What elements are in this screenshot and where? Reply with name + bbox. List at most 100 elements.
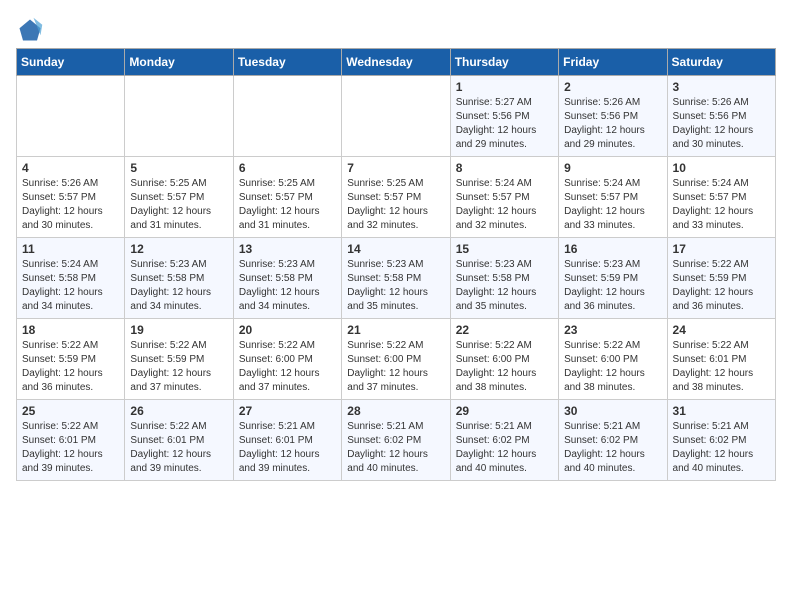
week-row-5: 25 Sunrise: 5:22 AM Sunset: 6:01 PM Dayli… bbox=[17, 400, 776, 481]
day-cell: 9 Sunrise: 5:24 AM Sunset: 5:57 PM Daylig… bbox=[559, 157, 667, 238]
day-cell: 27 Sunrise: 5:21 AM Sunset: 6:01 PM Dayli… bbox=[233, 400, 341, 481]
day-number: 3 bbox=[673, 80, 770, 94]
day-number: 1 bbox=[456, 80, 553, 94]
day-cell: 14 Sunrise: 5:23 AM Sunset: 5:58 PM Dayli… bbox=[342, 238, 450, 319]
day-cell bbox=[233, 76, 341, 157]
day-cell: 28 Sunrise: 5:21 AM Sunset: 6:02 PM Dayli… bbox=[342, 400, 450, 481]
day-number: 28 bbox=[347, 404, 444, 418]
day-number: 8 bbox=[456, 161, 553, 175]
day-number: 12 bbox=[130, 242, 227, 256]
day-number: 27 bbox=[239, 404, 336, 418]
day-info: Sunrise: 5:25 AM Sunset: 5:57 PM Dayligh… bbox=[239, 177, 336, 233]
day-cell: 24 Sunrise: 5:22 AM Sunset: 6:01 PM Dayli… bbox=[667, 319, 775, 400]
day-number: 31 bbox=[673, 404, 770, 418]
day-cell: 29 Sunrise: 5:21 AM Sunset: 6:02 PM Dayli… bbox=[450, 400, 558, 481]
day-cell: 11 Sunrise: 5:24 AM Sunset: 5:58 PM Dayli… bbox=[17, 238, 125, 319]
day-number: 7 bbox=[347, 161, 444, 175]
day-number: 20 bbox=[239, 323, 336, 337]
day-cell: 23Sunrise: 5:22 AM Sunset: 6:00 PM Dayli… bbox=[559, 319, 667, 400]
day-number: 10 bbox=[673, 161, 770, 175]
day-cell: 12 Sunrise: 5:23 AM Sunset: 5:58 PM Dayli… bbox=[125, 238, 233, 319]
day-cell: 7 Sunrise: 5:25 AM Sunset: 5:57 PM Daylig… bbox=[342, 157, 450, 238]
day-cell: 2 Sunrise: 5:26 AM Sunset: 5:56 PM Daylig… bbox=[559, 76, 667, 157]
day-cell: 10 Sunrise: 5:24 AM Sunset: 5:57 PM Dayli… bbox=[667, 157, 775, 238]
day-number: 25 bbox=[22, 404, 119, 418]
day-number: 17 bbox=[673, 242, 770, 256]
day-info: Sunrise: 5:25 AM Sunset: 5:57 PM Dayligh… bbox=[130, 177, 227, 233]
day-cell: 25Sunrise: 5:22 AM Sunset: 6:01 PM Dayli… bbox=[17, 400, 125, 481]
day-cell: 18 Sunrise: 5:22 AM Sunset: 5:59 PM Dayli… bbox=[17, 319, 125, 400]
day-info: Sunrise: 5:24 AM Sunset: 5:57 PM Dayligh… bbox=[456, 177, 553, 233]
day-info: Sunrise: 5:23 AM Sunset: 5:58 PM Dayligh… bbox=[130, 258, 227, 314]
day-info: Sunrise: 5:22 AM Sunset: 5:59 PM Dayligh… bbox=[673, 258, 770, 314]
day-info: Sunrise: 5:23 AM Sunset: 5:58 PM Dayligh… bbox=[456, 258, 553, 314]
col-header-wednesday: Wednesday bbox=[342, 49, 450, 76]
calendar-table: SundayMondayTuesdayWednesdayThursdayFrid… bbox=[16, 48, 776, 481]
day-number: 2 bbox=[564, 80, 661, 94]
day-info: Sunrise: 5:26 AM Sunset: 5:56 PM Dayligh… bbox=[673, 96, 770, 152]
day-info: Sunrise: 5:23 AM Sunset: 5:58 PM Dayligh… bbox=[239, 258, 336, 314]
day-cell: 6Sunrise: 5:25 AM Sunset: 5:57 PM Daylig… bbox=[233, 157, 341, 238]
day-info: Sunrise: 5:27 AM Sunset: 5:56 PM Dayligh… bbox=[456, 96, 553, 152]
col-header-thursday: Thursday bbox=[450, 49, 558, 76]
week-row-4: 18 Sunrise: 5:22 AM Sunset: 5:59 PM Dayli… bbox=[17, 319, 776, 400]
day-cell: 22 Sunrise: 5:22 AM Sunset: 6:00 PM Dayli… bbox=[450, 319, 558, 400]
day-info: Sunrise: 5:21 AM Sunset: 6:02 PM Dayligh… bbox=[673, 420, 770, 476]
day-cell: 13 Sunrise: 5:23 AM Sunset: 5:58 PM Dayli… bbox=[233, 238, 341, 319]
day-number: 11 bbox=[22, 242, 119, 256]
day-cell: 31 Sunrise: 5:21 AM Sunset: 6:02 PM Dayli… bbox=[667, 400, 775, 481]
day-cell: 4Sunrise: 5:26 AM Sunset: 5:57 PM Daylig… bbox=[17, 157, 125, 238]
day-number: 26 bbox=[130, 404, 227, 418]
day-info: Sunrise: 5:22 AM Sunset: 6:00 PM Dayligh… bbox=[347, 339, 444, 395]
day-info: Sunrise: 5:22 AM Sunset: 6:01 PM Dayligh… bbox=[673, 339, 770, 395]
day-info: Sunrise: 5:24 AM Sunset: 5:58 PM Dayligh… bbox=[22, 258, 119, 314]
day-cell: 1 Sunrise: 5:27 AM Sunset: 5:56 PM Daylig… bbox=[450, 76, 558, 157]
col-header-saturday: Saturday bbox=[667, 49, 775, 76]
logo bbox=[16, 16, 48, 44]
day-number: 15 bbox=[456, 242, 553, 256]
day-number: 18 bbox=[22, 323, 119, 337]
day-info: Sunrise: 5:22 AM Sunset: 6:01 PM Dayligh… bbox=[130, 420, 227, 476]
day-info: Sunrise: 5:26 AM Sunset: 5:57 PM Dayligh… bbox=[22, 177, 119, 233]
day-number: 22 bbox=[456, 323, 553, 337]
day-number: 5 bbox=[130, 161, 227, 175]
calendar-header-row: SundayMondayTuesdayWednesdayThursdayFrid… bbox=[17, 49, 776, 76]
page-header bbox=[16, 16, 776, 44]
day-info: Sunrise: 5:21 AM Sunset: 6:02 PM Dayligh… bbox=[456, 420, 553, 476]
day-cell: 20 Sunrise: 5:22 AM Sunset: 6:00 PM Dayli… bbox=[233, 319, 341, 400]
day-info: Sunrise: 5:22 AM Sunset: 6:00 PM Dayligh… bbox=[564, 339, 661, 395]
day-info: Sunrise: 5:22 AM Sunset: 6:00 PM Dayligh… bbox=[239, 339, 336, 395]
week-row-2: 4Sunrise: 5:26 AM Sunset: 5:57 PM Daylig… bbox=[17, 157, 776, 238]
day-number: 29 bbox=[456, 404, 553, 418]
day-number: 16 bbox=[564, 242, 661, 256]
day-info: Sunrise: 5:21 AM Sunset: 6:02 PM Dayligh… bbox=[347, 420, 444, 476]
day-cell: 16Sunrise: 5:23 AM Sunset: 5:59 PM Dayli… bbox=[559, 238, 667, 319]
day-cell bbox=[125, 76, 233, 157]
day-info: Sunrise: 5:22 AM Sunset: 5:59 PM Dayligh… bbox=[22, 339, 119, 395]
day-cell: 21 Sunrise: 5:22 AM Sunset: 6:00 PM Dayli… bbox=[342, 319, 450, 400]
logo-icon bbox=[16, 16, 44, 44]
day-number: 13 bbox=[239, 242, 336, 256]
day-number: 9 bbox=[564, 161, 661, 175]
day-info: Sunrise: 5:25 AM Sunset: 5:57 PM Dayligh… bbox=[347, 177, 444, 233]
day-info: Sunrise: 5:21 AM Sunset: 6:01 PM Dayligh… bbox=[239, 420, 336, 476]
day-cell: 3 Sunrise: 5:26 AM Sunset: 5:56 PM Daylig… bbox=[667, 76, 775, 157]
day-number: 24 bbox=[673, 323, 770, 337]
day-info: Sunrise: 5:24 AM Sunset: 5:57 PM Dayligh… bbox=[673, 177, 770, 233]
day-info: Sunrise: 5:22 AM Sunset: 5:59 PM Dayligh… bbox=[130, 339, 227, 395]
day-cell: 5 Sunrise: 5:25 AM Sunset: 5:57 PM Daylig… bbox=[125, 157, 233, 238]
day-cell bbox=[342, 76, 450, 157]
day-number: 14 bbox=[347, 242, 444, 256]
day-cell: 30Sunrise: 5:21 AM Sunset: 6:02 PM Dayli… bbox=[559, 400, 667, 481]
day-cell: 8 Sunrise: 5:24 AM Sunset: 5:57 PM Daylig… bbox=[450, 157, 558, 238]
col-header-monday: Monday bbox=[125, 49, 233, 76]
day-info: Sunrise: 5:24 AM Sunset: 5:57 PM Dayligh… bbox=[564, 177, 661, 233]
day-info: Sunrise: 5:23 AM Sunset: 5:58 PM Dayligh… bbox=[347, 258, 444, 314]
day-number: 21 bbox=[347, 323, 444, 337]
day-info: Sunrise: 5:26 AM Sunset: 5:56 PM Dayligh… bbox=[564, 96, 661, 152]
day-cell: 19Sunrise: 5:22 AM Sunset: 5:59 PM Dayli… bbox=[125, 319, 233, 400]
col-header-friday: Friday bbox=[559, 49, 667, 76]
day-info: Sunrise: 5:22 AM Sunset: 6:00 PM Dayligh… bbox=[456, 339, 553, 395]
day-cell: 15 Sunrise: 5:23 AM Sunset: 5:58 PM Dayli… bbox=[450, 238, 558, 319]
day-cell bbox=[17, 76, 125, 157]
